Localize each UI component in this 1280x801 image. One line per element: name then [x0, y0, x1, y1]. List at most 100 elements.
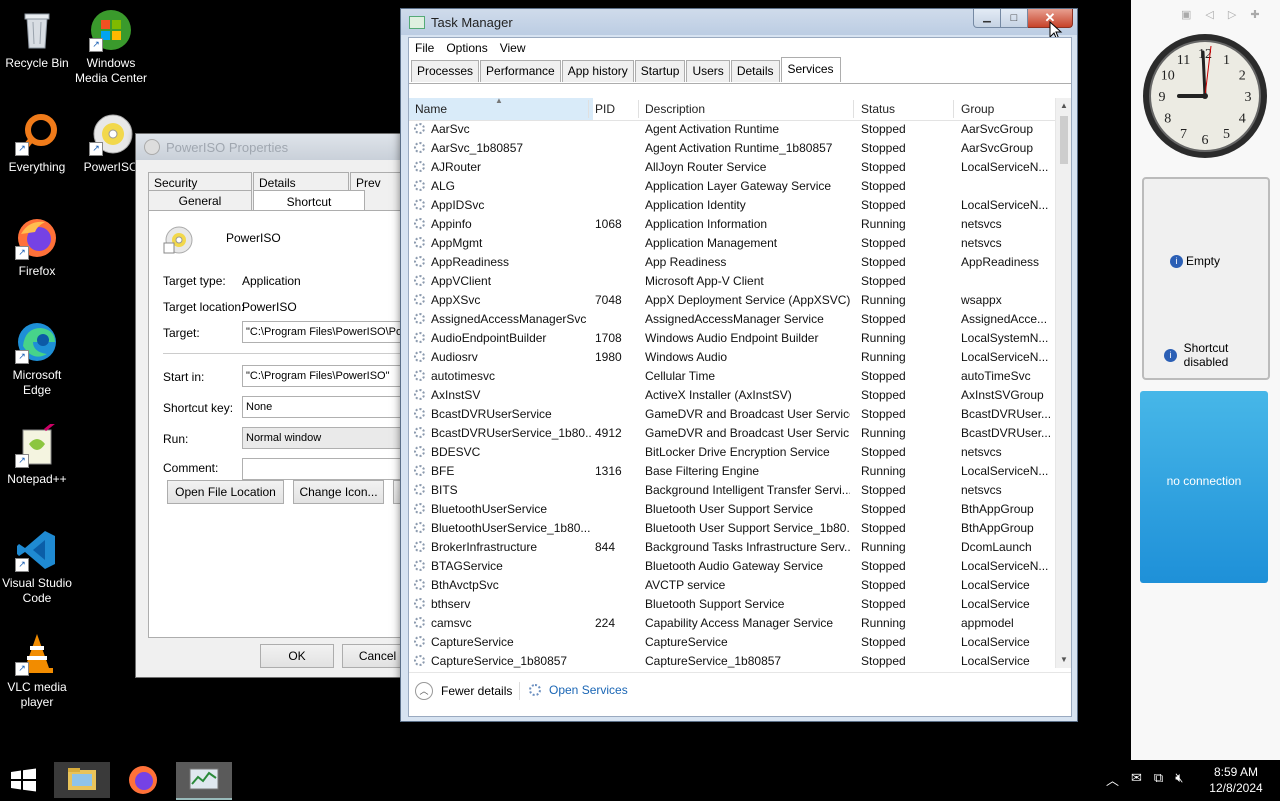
- table-row[interactable]: AppReadiness App Readiness Stopped AppReadi…: [409, 253, 1049, 272]
- desktop-icon-recycle-bin[interactable]: Recycle Bin: [0, 8, 74, 71]
- table-row[interactable]: BFE 1316 Base Filtering Engine Running Local…: [409, 462, 1049, 481]
- desktop-icon-notepadpp[interactable]: ↗ Notepad++: [0, 420, 74, 487]
- table-row[interactable]: BluetoothUserService_1b80... Bluetooth Us…: [409, 519, 1049, 538]
- table-row[interactable]: Audiosrv 1980 Windows Audio Running LocalSer…: [409, 348, 1049, 367]
- table-row[interactable]: AxInstSV ActiveX Installer (AxInstSV) Stop…: [409, 386, 1049, 405]
- taskbar-file-explorer[interactable]: [54, 762, 110, 798]
- desktop-icon-everything[interactable]: ↗ Everything: [0, 112, 74, 175]
- gadget-gallery-icon[interactable]: ▣: [1181, 8, 1191, 21]
- table-row[interactable]: BthAvctpSvc AVCTP service Stopped LocalServ…: [409, 576, 1049, 595]
- clock-gadget[interactable]: 12 1 2 3 4 5 6 7 8 9 10 11: [1141, 32, 1269, 160]
- column-header-group[interactable]: Group: [961, 98, 1051, 120]
- table-row[interactable]: AarSvc_1b80857 Agent Activation Runtime_1…: [409, 139, 1049, 158]
- table-row[interactable]: BITS Background Intelligent Transfer Serv…: [409, 481, 1049, 500]
- service-gear-icon: [414, 218, 425, 229]
- table-row[interactable]: AJRouter AllJoyn Router Service Stopped Loc…: [409, 158, 1049, 177]
- target-field[interactable]: "C:\Program Files\PowerISO\PowerISO.exe": [242, 321, 417, 343]
- next-icon[interactable]: ▷: [1228, 8, 1236, 21]
- menu-view[interactable]: View: [494, 38, 532, 58]
- service-description: CaptureService: [645, 635, 728, 649]
- service-description: GameDVR and Broadcast User Service: [645, 407, 850, 421]
- taskbar-task-manager[interactable]: [176, 762, 232, 800]
- show-hidden-icons-icon[interactable]: ︿: [1106, 770, 1119, 789]
- task-manager-title: Task Manager: [431, 14, 513, 30]
- table-row[interactable]: ALG Application Layer Gateway Service Stop…: [409, 177, 1049, 196]
- weather-gadget[interactable]: no connection: [1140, 391, 1268, 583]
- table-row[interactable]: BrokerInfrastructure 844 Background Tasks …: [409, 538, 1049, 557]
- taskbar-firefox[interactable]: [116, 762, 170, 798]
- start-button[interactable]: [8, 766, 38, 794]
- service-gear-icon: [414, 142, 425, 153]
- desktop-icon-vscode[interactable]: ↗ Visual Studio Code: [0, 528, 74, 606]
- table-row[interactable]: camsvc 224 Capability Access Manager Servi…: [409, 614, 1049, 633]
- menu-file[interactable]: File: [409, 38, 440, 58]
- column-header-status[interactable]: Status: [861, 98, 941, 120]
- previous-icon[interactable]: ◁: [1205, 8, 1213, 21]
- tab-details[interactable]: Details: [730, 60, 780, 82]
- service-name: ALG: [431, 179, 456, 193]
- run-select[interactable]: Normal window: [242, 427, 417, 449]
- table-row[interactable]: AarSvc Agent Activation Runtime Stopped Aar…: [409, 120, 1049, 139]
- target-type-value: Application: [242, 274, 301, 288]
- menu-options[interactable]: Options: [440, 38, 493, 58]
- table-row[interactable]: AudioEndpointBuilder 1708 Windows Audio En…: [409, 329, 1049, 348]
- desktop-icon-media-center[interactable]: ↗ Windows Media Center: [74, 8, 148, 86]
- scrollbar-thumb[interactable]: [1060, 116, 1068, 164]
- add-gadget-icon[interactable]: ✚: [1250, 8, 1259, 21]
- start-in-field[interactable]: "C:\Program Files\PowerISO": [242, 365, 417, 387]
- table-row[interactable]: Appinfo 1068 Application Information Runnin…: [409, 215, 1049, 234]
- service-gear-icon: [414, 313, 425, 324]
- desktop-icon-edge[interactable]: ↗ Microsoft Edge: [0, 320, 74, 398]
- tab-services[interactable]: Services: [780, 57, 841, 82]
- taskbar-clock[interactable]: 8:59 AM 12/8/2024: [1200, 764, 1272, 796]
- table-row[interactable]: autotimesvc Cellular Time Stopped autoTimeS…: [409, 367, 1049, 386]
- tab-processes[interactable]: Processes: [411, 60, 480, 82]
- network-icon[interactable]: ⧉: [1154, 770, 1163, 789]
- properties-titlebar[interactable]: PowerISO Properties: [136, 134, 411, 160]
- open-file-location-button[interactable]: Open File Location: [167, 480, 284, 504]
- tab-users[interactable]: Users: [686, 60, 730, 82]
- vertical-scrollbar[interactable]: ▲ ▼: [1055, 98, 1071, 668]
- task-manager-icon: [189, 768, 219, 790]
- action-center-icon[interactable]: ✉: [1131, 770, 1142, 789]
- slideshow-gadget[interactable]: i Empty i Shortcut disabled: [1142, 177, 1270, 380]
- table-row[interactable]: AppVClient Microsoft App-V Client Stopped: [409, 272, 1049, 291]
- tab-app-history[interactable]: App history: [561, 60, 634, 82]
- table-row[interactable]: BcastDVRUserService GameDVR and Broadcast…: [409, 405, 1051, 424]
- table-row[interactable]: BTAGService Bluetooth Audio Gateway Servi…: [409, 557, 1049, 576]
- table-row[interactable]: bthserv Bluetooth Support Service Stopped L…: [409, 595, 1049, 614]
- properties-title-icon: [144, 139, 160, 155]
- tab-startup[interactable]: Startup: [634, 60, 686, 82]
- table-row[interactable]: BluetoothUserService Bluetooth User Suppo…: [409, 500, 1049, 519]
- table-row[interactable]: AssignedAccessManagerSvc AssignedAccessMa…: [409, 310, 1049, 329]
- column-header-description[interactable]: Description: [645, 98, 845, 120]
- table-row[interactable]: CaptureService CaptureService Stopped Local…: [409, 633, 1049, 652]
- service-gear-icon: [414, 427, 425, 438]
- fewer-details-button[interactable]: ︿ Fewer details: [415, 682, 512, 700]
- open-services-link[interactable]: Open Services: [529, 683, 628, 697]
- table-row[interactable]: AppMgmt Application Management Stopped nets…: [409, 234, 1049, 253]
- desktop-icon-vlc[interactable]: ↗ VLC media player: [0, 632, 74, 710]
- maximize-button[interactable]: □: [1001, 9, 1028, 28]
- volume-muted-icon[interactable]: 🔇︎: [1175, 770, 1183, 789]
- minimize-button[interactable]: ▁: [973, 9, 1001, 28]
- sort-ascending-icon: ▲: [495, 98, 503, 105]
- table-row[interactable]: AppXSvc 7048 AppX Deployment Service (AppX…: [409, 291, 1049, 310]
- desktop-icon-firefox[interactable]: ↗ Firefox: [0, 216, 74, 279]
- tab-performance[interactable]: Performance: [480, 60, 561, 82]
- service-name: AudioEndpointBuilder: [431, 331, 547, 345]
- comment-field[interactable]: [242, 458, 417, 480]
- shortcut-key-field[interactable]: None: [242, 396, 417, 418]
- change-icon-button[interactable]: Change Icon...: [293, 480, 384, 504]
- table-row[interactable]: CaptureService_1b80857 CaptureService_1b8…: [409, 652, 1049, 668]
- service-group: LocalServiceN...: [961, 160, 1049, 174]
- scroll-down-icon[interactable]: ▼: [1056, 652, 1071, 668]
- service-group: BthAppGroup: [961, 502, 1034, 516]
- scroll-up-icon[interactable]: ▲: [1056, 98, 1071, 114]
- table-row[interactable]: AppIDSvc Application Identity Stopped Local…: [409, 196, 1049, 215]
- table-row[interactable]: BDESVC BitLocker Drive Encryption Service…: [409, 443, 1049, 462]
- ok-button[interactable]: OK: [260, 644, 334, 668]
- service-group: BthAppGroup: [961, 521, 1034, 535]
- table-row[interactable]: BcastDVRUserService_1b80... 4912 GameDVR a…: [409, 424, 1051, 443]
- column-header-pid[interactable]: PID: [595, 98, 635, 120]
